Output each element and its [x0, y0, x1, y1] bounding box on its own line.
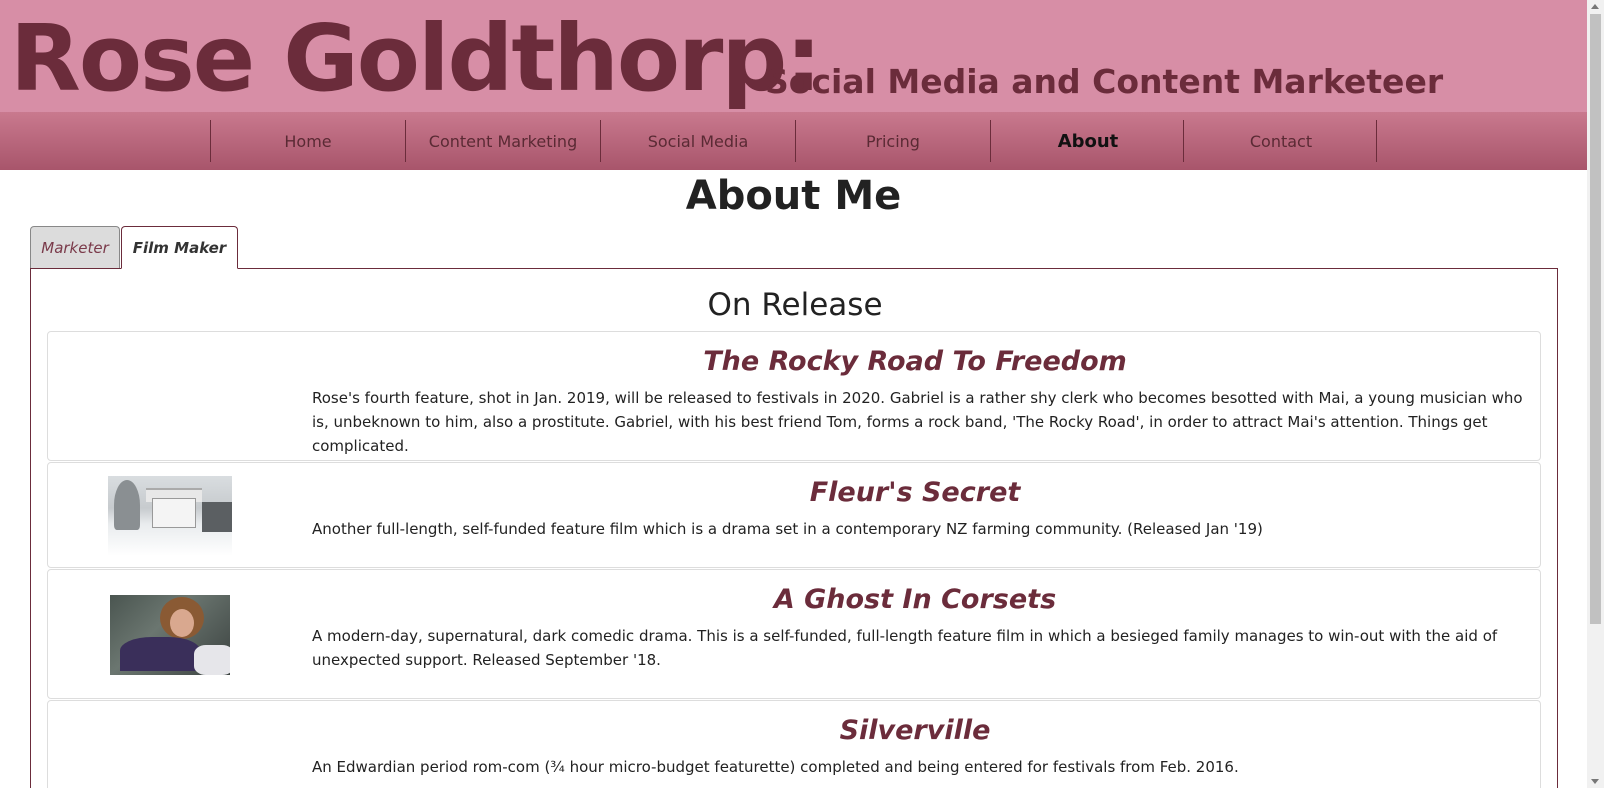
- nav-item-home[interactable]: Home: [210, 120, 405, 162]
- film-card: Fleur's Secret Another full-length, self…: [47, 462, 1541, 568]
- nav-item-content-marketing[interactable]: Content Marketing: [405, 120, 600, 162]
- scroll-up-icon[interactable]: [1591, 4, 1599, 9]
- film-maker-panel: On Release The Rocky Road To Freedom Ros…: [30, 268, 1558, 788]
- nav-item-pricing[interactable]: Pricing: [795, 120, 990, 162]
- tab-marketer[interactable]: Marketer: [30, 226, 120, 268]
- nav-divider: [1376, 120, 1377, 162]
- tab-film-maker[interactable]: Film Maker: [121, 226, 238, 269]
- film-card: A Ghost In Corsets A modern-day, superna…: [47, 569, 1541, 699]
- scroll-down-icon[interactable]: [1591, 779, 1599, 784]
- page-title: About Me: [685, 173, 902, 219]
- nav-item-contact[interactable]: Contact: [1183, 120, 1378, 162]
- film-thumbnail: [110, 595, 230, 675]
- site-header: Rose Goldthorp: Social Media and Content…: [0, 0, 1587, 112]
- page: Rose Goldthorp: Social Media and Content…: [0, 0, 1587, 788]
- section-title: On Release: [707, 287, 883, 323]
- vertical-scrollbar[interactable]: [1587, 0, 1604, 788]
- film-card: The Rocky Road To Freedom Rose's fourth …: [47, 331, 1541, 461]
- film-title: Fleur's Secret: [809, 477, 1021, 508]
- film-title: Silverville: [839, 715, 991, 746]
- film-description: Rose's fourth feature, shot in Jan. 2019…: [312, 389, 1523, 455]
- film-description: Another full-length, self-funded feature…: [312, 520, 1263, 538]
- film-thumbnail: [108, 476, 232, 556]
- film-description: An Edwardian period rom-com (¾ hour micr…: [312, 758, 1239, 776]
- scrollbar-thumb[interactable]: [1590, 14, 1601, 624]
- film-title: The Rocky Road To Freedom: [703, 346, 1127, 377]
- nav-item-social-media[interactable]: Social Media: [600, 120, 795, 162]
- main-nav: Home Content Marketing Social Media Pric…: [0, 112, 1587, 170]
- nav-item-about[interactable]: About: [990, 120, 1185, 162]
- film-title: A Ghost In Corsets: [773, 584, 1057, 615]
- site-name: Rose Goldthorp:: [10, 5, 822, 112]
- site-tagline: Social Media and Content Marketeer: [765, 62, 1444, 101]
- film-card: Silverville An Edwardian period rom-com …: [47, 700, 1541, 788]
- film-description: A modern-day, supernatural, dark comedic…: [312, 627, 1498, 669]
